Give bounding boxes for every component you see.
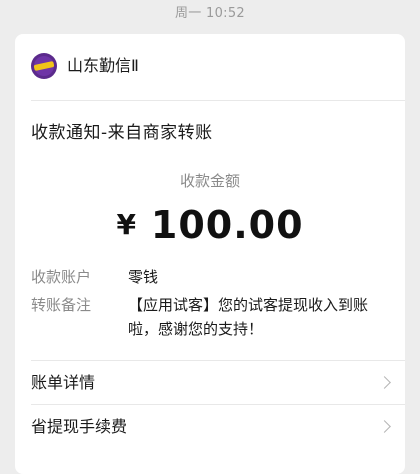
- save-withdrawal-fee-label: 省提现手续费: [31, 417, 128, 436]
- bill-details-label: 账单详情: [31, 373, 96, 392]
- receiving-account-value: 零钱: [128, 268, 159, 286]
- receiving-account-label: 收款账户: [31, 268, 92, 286]
- message-timestamp: 周一 10:52: [175, 6, 245, 21]
- currency-symbol: ¥: [116, 208, 137, 241]
- notification-title: 收款通知-来自商家转账: [31, 123, 213, 143]
- header-divider: [31, 100, 405, 101]
- chevron-right-icon: [378, 420, 391, 433]
- save-withdrawal-fee-link[interactable]: 省提现手续费: [15, 406, 405, 448]
- transfer-remark-value: 【应用试客】您的试客提现收入到账啦，感谢您的支持！: [128, 296, 369, 338]
- links-divider: [31, 404, 405, 405]
- amount-value: 100.00: [150, 203, 304, 247]
- details-divider: [31, 360, 405, 361]
- chevron-right-icon: [378, 376, 391, 389]
- amount-label: 收款金额: [179, 172, 240, 190]
- payment-notification-card[interactable]: 山东勤信Ⅱ 收款通知-来自商家转账 收款金额 ¥100.00 收款账户 零钱 转…: [15, 34, 405, 474]
- brand-logo-icon[interactable]: [31, 53, 57, 79]
- bill-details-link[interactable]: 账单详情: [15, 362, 405, 404]
- amount-display: ¥100.00: [15, 200, 405, 254]
- transfer-remark-label: 转账备注: [31, 296, 92, 314]
- account-name[interactable]: 山东勤信Ⅱ: [67, 55, 139, 77]
- card-header[interactable]: 山东勤信Ⅱ: [15, 34, 405, 100]
